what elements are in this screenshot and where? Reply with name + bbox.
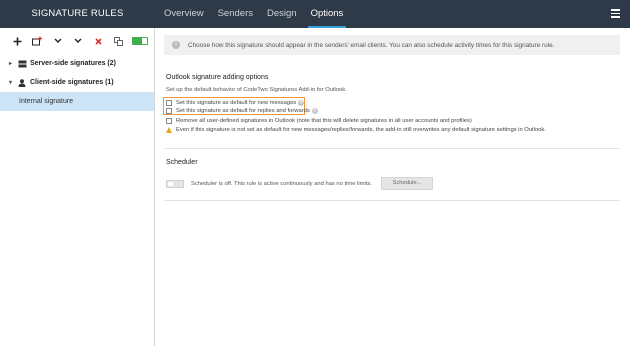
- toggle-icon[interactable]: [131, 33, 150, 50]
- chevron-down-icon[interactable]: ▾: [9, 79, 17, 86]
- scheduler-toggle[interactable]: [166, 180, 184, 188]
- scheduler-section-title: Scheduler: [166, 159, 198, 166]
- default-new-checkbox[interactable]: [166, 99, 172, 106]
- outlook-section-title: Outlook signature adding options: [166, 74, 269, 81]
- copy-icon[interactable]: [110, 33, 126, 50]
- help-icon[interactable]: ?: [311, 107, 318, 114]
- tab-design[interactable]: Design: [260, 0, 304, 28]
- app-title: SIGNATURE RULES: [31, 8, 124, 19]
- section-divider: [164, 148, 620, 149]
- tree-node-label: Client-side signatures (1): [30, 79, 114, 86]
- option-default-replies: Set this signature as default for replie…: [166, 106, 318, 115]
- warning-row: Even if this signature is not set as def…: [166, 125, 546, 134]
- section-divider: [164, 200, 620, 201]
- scheduler-status-text: Scheduler is off. This rule is active co…: [191, 181, 372, 187]
- info-icon: i: [172, 41, 180, 49]
- sidebar: ▸ Server-side signatures (2) ▾ Client-si…: [0, 28, 155, 346]
- tab-options[interactable]: Options: [304, 0, 351, 28]
- signature-tree: ▸ Server-side signatures (2) ▾ Client-si…: [0, 54, 154, 111]
- top-bar: SIGNATURE RULES Overview Senders Design …: [0, 0, 630, 28]
- tree-node-client-side[interactable]: ▾ Client-side signatures (1): [0, 73, 154, 92]
- option-label: Remove all user-defined signatures in Ou…: [176, 117, 472, 124]
- chevron-right-icon[interactable]: ▸: [9, 60, 17, 67]
- option-label: Set this signature as default for new me…: [176, 99, 297, 106]
- option-label: Set this signature as default for replie…: [176, 107, 310, 114]
- move-down-icon[interactable]: [50, 33, 66, 50]
- info-banner: i Choose how this signature should appea…: [164, 35, 620, 55]
- warning-icon: [166, 126, 172, 133]
- move-up-icon[interactable]: [70, 33, 86, 50]
- tab-overview[interactable]: Overview: [157, 0, 211, 28]
- help-icon[interactable]: ?: [298, 99, 305, 106]
- outlook-description: Set up the default behavior of CodeTwo S…: [166, 87, 347, 93]
- schedule-button[interactable]: Schedule...: [381, 177, 433, 190]
- sidebar-toolbar: [0, 28, 154, 54]
- server-icon: [17, 60, 27, 68]
- tree-node-label: Server-side signatures (2): [30, 60, 116, 67]
- delete-icon[interactable]: [90, 33, 106, 50]
- add-special-icon[interactable]: [29, 33, 45, 50]
- tab-senders[interactable]: Senders: [211, 0, 260, 28]
- tree-item-internal-signature[interactable]: Internal signature: [0, 92, 154, 111]
- tab-bar: Overview Senders Design Options: [157, 0, 350, 28]
- info-text: Choose how this signature should appear …: [188, 41, 555, 49]
- user-icon: [17, 78, 27, 87]
- tree-node-server-side[interactable]: ▸ Server-side signatures (2): [0, 54, 154, 73]
- option-remove-user-signatures: Remove all user-defined signatures in Ou…: [166, 116, 472, 125]
- warning-text: Even if this signature is not set as def…: [176, 126, 546, 133]
- add-icon[interactable]: [9, 33, 25, 50]
- default-replies-checkbox[interactable]: [166, 107, 172, 114]
- options-panel: i Choose how this signature should appea…: [156, 28, 630, 346]
- hamburger-menu-icon[interactable]: [611, 9, 620, 18]
- remove-signatures-checkbox[interactable]: [166, 117, 172, 124]
